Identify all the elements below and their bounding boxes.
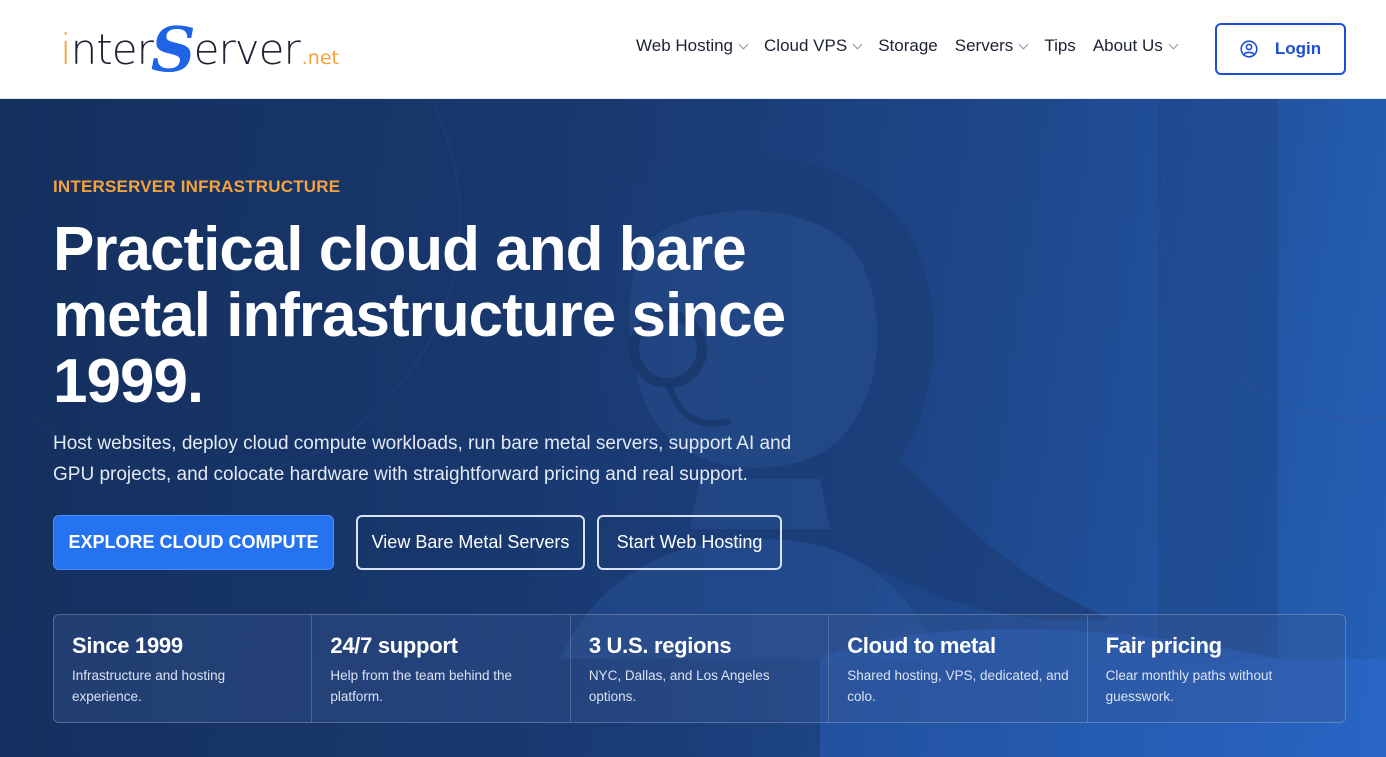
interserver-logo[interactable]: inter Server .net — [60, 13, 339, 86]
hero-section: INTERSERVER INFRASTRUCTURE Practical clo… — [0, 99, 1386, 757]
stat-text: Infrastructure and hosting experience. — [72, 668, 226, 704]
nav-cloud-vps[interactable]: Cloud VPS — [764, 36, 863, 56]
logo-text-erver: erver — [193, 25, 301, 74]
user-circle-icon — [1240, 40, 1258, 58]
view-bare-metal-button[interactable]: View Bare Metal Servers — [356, 515, 585, 570]
nav-label: Storage — [878, 36, 938, 55]
nav-label: About Us — [1092, 36, 1163, 55]
stat-title: Fair pricing — [1105, 633, 1223, 658]
logo-part-nter: nter — [70, 25, 154, 74]
logo-s-swoosh: S — [150, 13, 196, 86]
stat-text: Clear monthly paths without guesswork. — [1105, 668, 1273, 704]
login-button[interactable]: Login — [1215, 23, 1346, 75]
nav-storage[interactable]: Storage — [878, 36, 938, 56]
chevron-down-icon — [1168, 39, 1179, 49]
hero-cta-row: EXPLORE CLOUD COMPUTE View Bare Metal Se… — [53, 515, 794, 570]
stat-cloud-to-metal: Cloud to metal Shared hosting, VPS, dedi… — [829, 615, 1088, 722]
logo-text-inter: inter — [60, 20, 154, 80]
stat-regions: 3 U.S. regions NYC, Dallas, and Los Ange… — [571, 615, 830, 722]
nav-label: Web Hosting — [636, 36, 734, 55]
site-header: inter Server .net Web Hosting Cloud VPS St… — [0, 0, 1386, 99]
nav-about-us[interactable]: About Us — [1092, 36, 1179, 56]
nav-tips[interactable]: Tips — [1044, 36, 1076, 56]
stat-support: 24/7 support Help from the team behind t… — [312, 615, 571, 722]
main-nav: Web Hosting Cloud VPS Storage Servers Ti… — [636, 34, 1194, 58]
stat-text: Help from the team behind the platform. — [330, 668, 513, 704]
logo-net-suffix: .net — [301, 47, 339, 69]
logo-accent: i — [60, 25, 72, 74]
start-web-hosting-button[interactable]: Start Web Hosting — [597, 515, 782, 570]
stat-fair-pricing: Fair pricing Clear monthly paths without… — [1088, 615, 1345, 722]
chevron-down-icon — [738, 39, 749, 49]
hero-eyebrow: INTERSERVER INFRASTRUCTURE — [53, 177, 341, 196]
stats-bar: Since 1999 Infrastructure and hosting ex… — [53, 614, 1346, 723]
nav-web-hosting[interactable]: Web Hosting — [636, 36, 749, 56]
stat-title: Since 1999 — [72, 633, 183, 658]
hero-subcopy: Host websites, deploy cloud compute work… — [53, 433, 792, 485]
stat-title: 24/7 support — [330, 633, 458, 658]
nav-label: Cloud VPS — [764, 36, 848, 55]
nav-label: Servers — [954, 36, 1014, 55]
chevron-down-icon — [852, 39, 863, 49]
explore-cloud-compute-button[interactable]: EXPLORE CLOUD COMPUTE — [53, 515, 334, 570]
stat-text: Shared hosting, VPS, dedicated, and colo… — [847, 668, 1069, 704]
stat-text: NYC, Dallas, and Los Angeles options. — [588, 668, 770, 704]
stat-since-1999: Since 1999 Infrastructure and hosting ex… — [54, 615, 313, 722]
stat-title: 3 U.S. regions — [588, 633, 732, 658]
hero-headline: Practical cloud and bare metal infrastru… — [53, 215, 786, 416]
stat-title: Cloud to metal — [847, 633, 996, 658]
nav-label: Tips — [1044, 36, 1076, 55]
nav-servers[interactable]: Servers — [954, 36, 1029, 56]
chevron-down-icon — [1018, 39, 1029, 49]
login-label: Login — [1274, 39, 1322, 58]
